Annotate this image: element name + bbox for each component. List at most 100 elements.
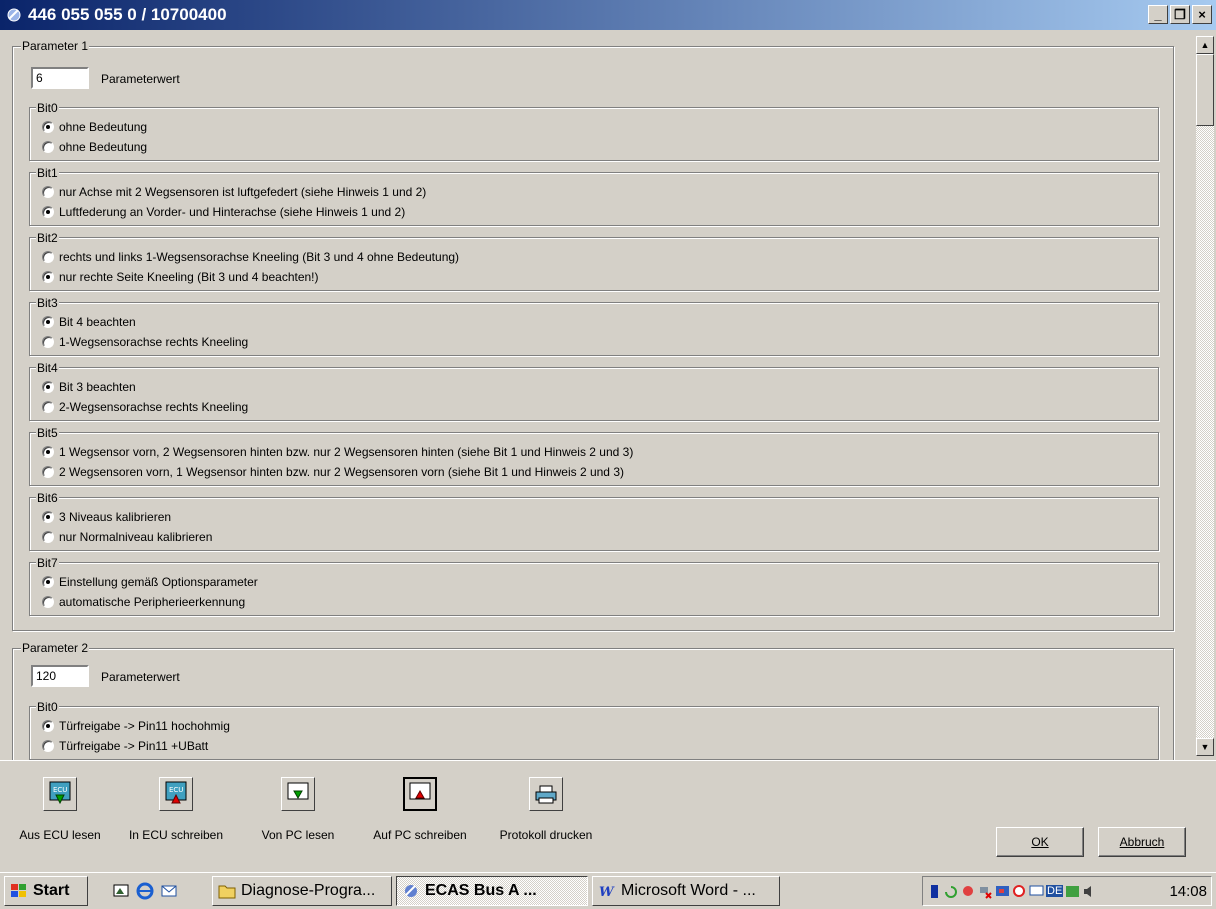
bit-label: Bit1	[36, 166, 59, 180]
radio-button[interactable]	[42, 466, 54, 478]
bit-label: Bit0	[36, 700, 59, 714]
scroll-up-button[interactable]: ▲	[1196, 36, 1214, 54]
radio-option[interactable]: Bit 4 beachten	[42, 315, 136, 329]
ok-button[interactable]: OK	[996, 827, 1084, 857]
tool-label: Aus ECU lesen	[19, 828, 101, 842]
radio-button[interactable]	[42, 531, 54, 543]
window-title-bar[interactable]: 446 055 055 0 / 10700400 _ ❐ ×	[0, 0, 1216, 30]
bit-group-p1-bit4: Bit4 Bit 3 beachten 2-Wegsensorachse rec…	[29, 361, 1159, 421]
radio-button[interactable]	[42, 576, 54, 588]
radio-option[interactable]: ohne Bedeutung	[42, 120, 147, 134]
scroll-down-button[interactable]: ▼	[1196, 738, 1214, 756]
radio-option[interactable]: 2 Wegsensoren vorn, 1 Wegsensor hinten b…	[42, 465, 624, 479]
read-from-ecu-button[interactable]: ECU Aus ECU lesen	[0, 777, 120, 842]
network-icon[interactable]	[978, 884, 993, 899]
radio-button[interactable]	[42, 446, 54, 458]
radio-label: nur rechte Seite Kneeling (Bit 3 und 4 b…	[59, 270, 319, 284]
radio-option[interactable]: Luftfederung an Vorder- und Hinterachse …	[42, 205, 405, 219]
tray-icon[interactable]	[995, 884, 1010, 899]
parameter2-group: Parameter 2 120 Parameterwert Bit0 Türfr…	[12, 641, 1174, 760]
radio-option[interactable]: nur Achse mit 2 Wegsensoren ist luftgefe…	[42, 185, 426, 199]
radio-option[interactable]: rechts und links 1-Wegsensorachse Kneeli…	[42, 250, 459, 264]
minimize-button[interactable]: _	[1148, 5, 1168, 24]
language-indicator[interactable]: DE	[1046, 885, 1064, 897]
action-toolbar: ECU Aus ECU lesen ECU In ECU schreiben V…	[0, 760, 1216, 873]
bit-group-p1-bit3: Bit3 Bit 4 beachten 1-Wegsensorachse rec…	[29, 296, 1159, 356]
radio-option[interactable]: nur rechte Seite Kneeling (Bit 3 und 4 b…	[42, 270, 319, 284]
radio-button[interactable]	[42, 740, 54, 752]
tray-icon[interactable]	[961, 884, 976, 899]
pc-write-icon[interactable]	[403, 777, 437, 811]
ecu-write-icon[interactable]: ECU	[159, 777, 193, 811]
tray-icon[interactable]	[1065, 884, 1080, 899]
radio-button[interactable]	[42, 271, 54, 283]
tray-icon[interactable]	[944, 884, 959, 899]
parameter1-value-input[interactable]: 6	[31, 67, 89, 89]
vertical-scrollbar[interactable]: ▲ ▼	[1196, 36, 1214, 756]
bit-label: Bit6	[36, 491, 59, 505]
internet-explorer-icon[interactable]	[136, 882, 154, 900]
restore-button[interactable]: ❐	[1170, 5, 1190, 24]
parameter-scroll-area[interactable]: Parameter 1 6 Parameterwert Bit0 ohne Be…	[0, 30, 1216, 760]
radio-button[interactable]	[42, 141, 54, 153]
radio-option[interactable]: Türfreigabe -> Pin11 +UBatt	[42, 739, 208, 753]
show-desktop-icon[interactable]	[112, 882, 130, 900]
scroll-thumb[interactable]	[1196, 54, 1214, 126]
tray-icon[interactable]	[927, 884, 942, 899]
speaker-icon[interactable]	[1082, 884, 1097, 899]
pc-read-icon[interactable]	[281, 777, 315, 811]
radio-label: Einstellung gemäß Optionsparameter	[59, 575, 258, 589]
printer-icon[interactable]	[529, 777, 563, 811]
radio-label: automatische Peripherieerkennung	[59, 595, 246, 609]
radio-button[interactable]	[42, 336, 54, 348]
close-button[interactable]: ×	[1192, 5, 1212, 24]
radio-button[interactable]	[42, 121, 54, 133]
window-title: 446 055 055 0 / 10700400	[28, 5, 227, 24]
write-to-ecu-button[interactable]: ECU In ECU schreiben	[116, 777, 236, 842]
radio-button[interactable]	[42, 381, 54, 393]
clock[interactable]: 14:08	[1169, 883, 1207, 900]
radio-option[interactable]: nur Normalniveau kalibrieren	[42, 530, 212, 544]
radio-option[interactable]: 1-Wegsensorachse rechts Kneeling	[42, 335, 248, 349]
tray-icon[interactable]	[1012, 884, 1027, 899]
tool-label: Auf PC schreiben	[373, 828, 467, 842]
radio-label: 1-Wegsensorachse rechts Kneeling	[59, 335, 249, 349]
ecu-read-icon[interactable]: ECU	[43, 777, 77, 811]
radio-button[interactable]	[42, 206, 54, 218]
write-to-pc-button[interactable]: Auf PC schreiben	[360, 777, 480, 842]
print-protocol-button[interactable]: Protokoll drucken	[486, 777, 606, 842]
radio-option[interactable]: 3 Niveaus kalibrieren	[42, 510, 171, 524]
parameter2-value-label: Parameterwert	[101, 670, 180, 684]
radio-button[interactable]	[42, 511, 54, 523]
radio-label: ohne Bedeutung	[59, 140, 148, 154]
radio-button[interactable]	[42, 251, 54, 263]
taskbar: Start Diagnose-Progra... ECAS Bus A ... …	[0, 872, 1216, 909]
taskbar-item-ecas[interactable]: ECAS Bus A ...	[396, 876, 588, 906]
radio-option[interactable]: ohne Bedeutung	[42, 140, 147, 154]
read-from-pc-button[interactable]: Von PC lesen	[238, 777, 358, 842]
radio-option[interactable]: Einstellung gemäß Optionsparameter	[42, 575, 258, 589]
parameter1-value-label: Parameterwert	[101, 72, 180, 86]
start-button[interactable]: Start	[4, 876, 88, 906]
radio-option[interactable]: automatische Peripherieerkennung	[42, 595, 245, 609]
monitor-icon[interactable]	[1029, 884, 1044, 899]
radio-option[interactable]: 1 Wegsensor vorn, 2 Wegsensoren hinten b…	[42, 445, 633, 459]
radio-button[interactable]	[42, 186, 54, 198]
bit-group-p1-bit2: Bit2 rechts und links 1-Wegsensorachse K…	[29, 231, 1159, 291]
bit-label: Bit2	[36, 231, 59, 245]
radio-button[interactable]	[42, 720, 54, 732]
radio-option[interactable]: Türfreigabe -> Pin11 hochohmig	[42, 719, 230, 733]
bit-label: Bit0	[36, 101, 59, 115]
outlook-express-icon[interactable]	[160, 882, 178, 900]
taskbar-item-diagnose[interactable]: Diagnose-Progra...	[212, 876, 392, 906]
radio-button[interactable]	[42, 596, 54, 608]
radio-option[interactable]: Bit 3 beachten	[42, 380, 136, 394]
cancel-button[interactable]: Abbruch	[1098, 827, 1186, 857]
bit-label: Bit7	[36, 556, 59, 570]
taskbar-item-word[interactable]: W Microsoft Word - ...	[592, 876, 780, 906]
radio-option[interactable]: 2-Wegsensorachse rechts Kneeling	[42, 400, 248, 414]
parameter2-value-input[interactable]: 120	[31, 665, 89, 687]
bit-label: Bit4	[36, 361, 59, 375]
radio-button[interactable]	[42, 401, 54, 413]
radio-button[interactable]	[42, 316, 54, 328]
